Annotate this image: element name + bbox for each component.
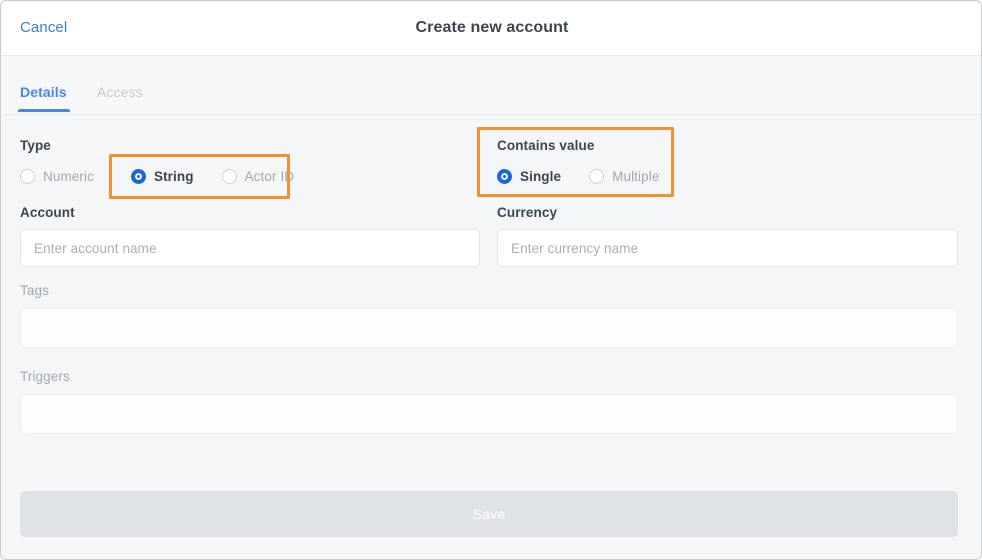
radio-option-single[interactable]: Single [497, 165, 561, 187]
page-title: Create new account [415, 19, 569, 36]
tab-access[interactable]: Access [97, 84, 143, 100]
scrollbar-track[interactable] [959, 116, 969, 559]
radio-icon-numeric [20, 168, 35, 184]
modal-header: Cancel Create new account [2, 2, 981, 56]
contains-value-group-label: Contains value [497, 138, 595, 153]
create-account-modal: Cancel Create new account Details Access… [0, 0, 982, 560]
radio-icon-multiple [589, 168, 605, 184]
type-group-label: Type [20, 138, 51, 153]
radio-option-string[interactable]: String [130, 165, 194, 187]
tags-input[interactable] [20, 308, 958, 348]
currency-input[interactable] [497, 229, 958, 267]
account-input[interactable] [20, 229, 480, 267]
tags-field-label: Tags [20, 283, 49, 298]
tab-bar: Details Access [2, 56, 981, 115]
active-tab-indicator [18, 109, 70, 112]
currency-field-label: Currency [497, 205, 558, 220]
save-button[interactable]: Save [20, 491, 958, 537]
radio-icon-actor-id [221, 168, 237, 184]
radio-label-actor-id: Actor ID [244, 168, 295, 184]
tab-details[interactable]: Details [20, 84, 67, 100]
triggers-input[interactable] [20, 394, 958, 434]
radio-option-numeric[interactable]: Numeric [20, 165, 94, 187]
radio-option-multiple[interactable]: Multiple [589, 165, 659, 187]
type-radio-group: Numeric String Actor ID [20, 165, 294, 187]
triggers-field-label: Triggers [20, 369, 70, 384]
radio-label-multiple: Multiple [612, 168, 660, 184]
radio-label-single: Single [520, 168, 562, 184]
account-field-label: Account [20, 205, 75, 220]
radio-label-string: String [153, 168, 194, 184]
radio-label-numeric: Numeric [43, 168, 94, 184]
radio-option-actor-id[interactable]: Actor ID [221, 165, 295, 187]
contains-value-radio-group: Single Multiple [497, 165, 659, 187]
radio-icon-single [497, 168, 512, 184]
radio-icon-string [130, 168, 146, 184]
form-scroll-area: Type Numeric String Actor ID Contains va… [2, 116, 981, 559]
